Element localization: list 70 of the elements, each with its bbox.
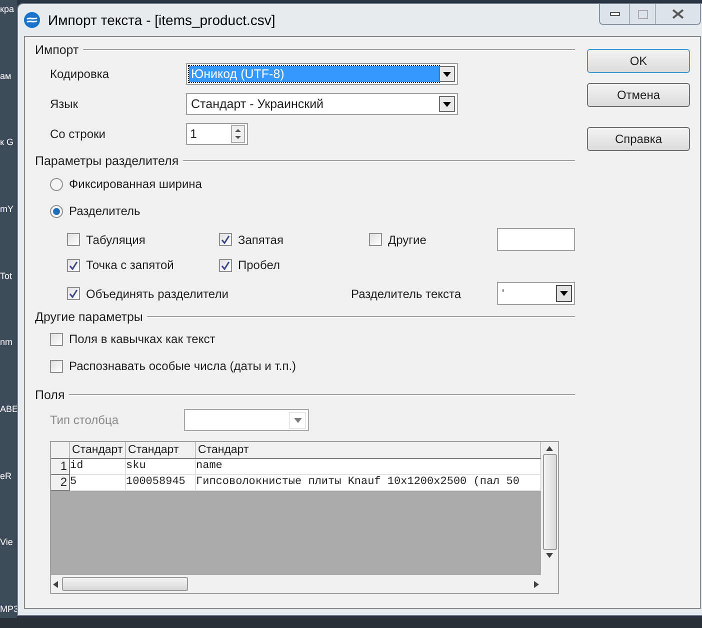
column-header[interactable]: Стандарт bbox=[70, 442, 126, 458]
desktop-icon-label: Tot bbox=[0, 270, 14, 281]
radio-label: Разделитель bbox=[69, 203, 140, 220]
checkbox-label: Поля в кавычках как текст bbox=[69, 331, 216, 348]
desktop-icon-label: кра bbox=[0, 4, 15, 14]
checkbox[interactable] bbox=[50, 332, 63, 346]
dropdown-value: Стандарт - Украинский bbox=[190, 96, 325, 112]
desktop-icon-label: ABE bbox=[0, 404, 17, 414]
checkbox[interactable] bbox=[67, 258, 80, 272]
dialog-button[interactable]: Справка bbox=[587, 127, 690, 151]
radio-button[interactable] bbox=[50, 204, 63, 218]
dropdown-value: Юникод (UTF-8) bbox=[189, 66, 439, 82]
desktop-icon-label: к G bbox=[0, 137, 14, 148]
radio-button[interactable] bbox=[50, 178, 63, 190]
dialog-button[interactable]: OK bbox=[587, 49, 690, 73]
section-heading: Поля bbox=[35, 386, 65, 404]
checkbox[interactable] bbox=[67, 233, 80, 246]
horizontal-scrollbar[interactable] bbox=[51, 575, 541, 593]
caret-icon bbox=[294, 418, 302, 422]
desktop-icon-label: Vie bbox=[0, 537, 14, 548]
desktop-icon-label: nm bbox=[0, 337, 14, 348]
table-cell: Гипсоволокнистые плиты Knauf 10x1200x2500 (пал 50 bbox=[196, 475, 541, 491]
desktop-icon-label: ам bbox=[0, 70, 12, 81]
desktop-icon-label: mY bbox=[0, 204, 14, 214]
scroll-left-icon bbox=[53, 580, 58, 588]
checkbox-label: Запятая bbox=[238, 232, 284, 248]
checkbox-label: Пробел bbox=[238, 257, 280, 274]
field-label: Язык bbox=[50, 96, 80, 113]
checkbox[interactable] bbox=[50, 360, 63, 372]
caret-icon bbox=[443, 72, 451, 76]
table-cell: 100058945 bbox=[126, 475, 196, 491]
field-label: Со строки bbox=[50, 126, 106, 143]
scroll-down-icon bbox=[546, 553, 553, 558]
row-number: 1 bbox=[51, 459, 70, 475]
caret-icon bbox=[443, 102, 451, 106]
column-header[interactable]: Стандарт bbox=[196, 442, 541, 458]
radio-label: Фиксированная ширина bbox=[69, 176, 202, 193]
table-cell: 5 bbox=[70, 475, 126, 491]
column-header[interactable]: Стандарт bbox=[126, 442, 196, 458]
checkbox-label: Табуляция bbox=[86, 232, 146, 248]
checkbox-label: Точка с запятой bbox=[86, 257, 174, 274]
section-heading: Параметры разделителя bbox=[35, 152, 179, 170]
scroll-right-icon bbox=[534, 580, 539, 588]
dropdown[interactable]: ' bbox=[497, 282, 575, 305]
minimize-icon bbox=[610, 12, 620, 16]
scroll-up-icon bbox=[546, 446, 553, 451]
checkbox-label: Распознавать особые числа (даты и т.п.) bbox=[69, 358, 296, 375]
checkbox[interactable] bbox=[369, 233, 382, 246]
section-heading: Другие параметры bbox=[35, 308, 143, 326]
checkbox-label: Объединять разделители bbox=[86, 286, 228, 302]
caret-icon bbox=[560, 291, 568, 296]
dialog-button[interactable]: Отмена bbox=[587, 83, 690, 107]
row-number: 2 bbox=[51, 475, 70, 491]
checkbox[interactable] bbox=[219, 233, 232, 246]
dropdown[interactable]: Стандарт - Украинский bbox=[186, 93, 458, 115]
desktop-icon-label: eR bbox=[0, 470, 13, 481]
field-label: Тип столбца bbox=[50, 412, 120, 429]
close-icon bbox=[672, 9, 684, 19]
field-label: Разделитель текста bbox=[351, 286, 462, 302]
section-heading: Импорт bbox=[35, 42, 79, 59]
field-label: Кодировка bbox=[50, 66, 110, 83]
spin-arrows-icon bbox=[231, 125, 245, 143]
checkbox[interactable] bbox=[67, 287, 80, 300]
maximize-icon bbox=[638, 10, 648, 18]
checkbox[interactable] bbox=[219, 258, 232, 272]
window-title: Импорт текста - [items_product.csv] bbox=[48, 10, 276, 30]
spin-field[interactable]: 1 bbox=[186, 123, 248, 145]
checkbox-label: Другие bbox=[388, 232, 426, 248]
app-logo-icon bbox=[24, 12, 40, 28]
input-field[interactable] bbox=[497, 228, 575, 251]
